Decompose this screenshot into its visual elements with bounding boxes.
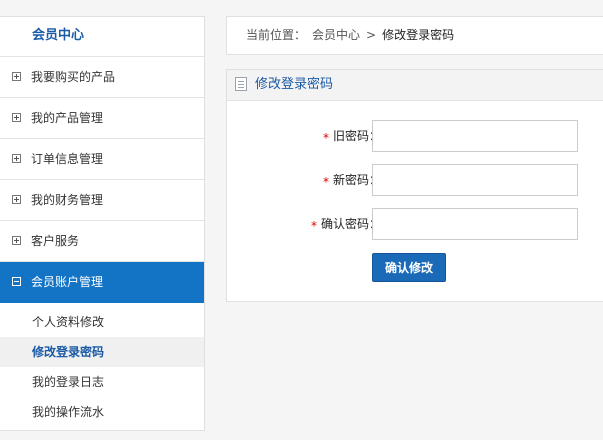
sidebar-item-purchase-products[interactable]: 我要购买的产品: [0, 57, 204, 98]
form-row-confirm-password: * 确认密码：: [227, 208, 603, 240]
sidebar-item-label: 我的产品管理: [31, 111, 104, 125]
expand-plus-icon: [12, 236, 21, 245]
expand-plus-icon: [12, 72, 21, 81]
sidebar: 会员中心 我要购买的产品 我的产品管理 订单信息管理 我的财务管理 客户服务 会…: [0, 16, 205, 431]
old-password-input[interactable]: [372, 120, 578, 152]
sidebar-item-account-management[interactable]: 会员账户管理: [0, 262, 204, 303]
breadcrumb-link-member-center[interactable]: 会员中心: [312, 28, 360, 42]
required-mark: *: [322, 175, 329, 189]
required-mark: *: [310, 219, 317, 233]
panel-title: 修改登录密码: [255, 77, 334, 92]
form-row-old-password: * 旧密码：: [227, 120, 603, 152]
sidebar-item-label: 我要购买的产品: [31, 70, 116, 84]
subnav-item-change-password[interactable]: 修改登录密码: [0, 337, 204, 367]
sidebar-item-finance-management[interactable]: 我的财务管理: [0, 180, 204, 221]
collapse-minus-icon: [12, 277, 21, 286]
expand-plus-icon: [12, 195, 21, 204]
subnav-item-operation-log[interactable]: 我的操作流水: [0, 397, 204, 427]
sidebar-item-label: 我的财务管理: [31, 193, 104, 207]
new-password-input[interactable]: [372, 164, 578, 196]
breadcrumb: 当前位置： 会员中心 > 修改登录密码: [226, 16, 603, 55]
sidebar-item-label: 会员账户管理: [31, 275, 104, 289]
sidebar-item-label: 订单信息管理: [31, 152, 104, 166]
subnav-item-profile-edit[interactable]: 个人资料修改: [0, 307, 204, 337]
confirm-password-input[interactable]: [372, 208, 578, 240]
confirm-change-button[interactable]: 确认修改: [372, 253, 446, 282]
panel-header: 修改登录密码: [227, 70, 603, 101]
sidebar-item-order-management[interactable]: 订单信息管理: [0, 139, 204, 180]
document-icon: [235, 76, 247, 91]
expand-plus-icon: [12, 154, 21, 163]
expand-plus-icon: [12, 113, 21, 122]
sidebar-item-product-management[interactable]: 我的产品管理: [0, 98, 204, 139]
change-password-panel: 修改登录密码 * 旧密码： * 新密码： * 确认密码： 确认修改: [226, 69, 603, 302]
member-center-page: 会员中心 我要购买的产品 我的产品管理 订单信息管理 我的财务管理 客户服务 会…: [0, 0, 603, 440]
breadcrumb-separator: >: [366, 28, 377, 42]
subnav-item-login-log[interactable]: 我的登录日志: [0, 367, 204, 397]
required-mark: *: [322, 131, 329, 145]
breadcrumb-current: 修改登录密码: [382, 28, 455, 42]
sidebar-subnav: 个人资料修改 修改登录密码 我的登录日志 我的操作流水: [0, 303, 204, 427]
sidebar-title: 会员中心: [0, 17, 204, 57]
sidebar-item-customer-service[interactable]: 客户服务: [0, 221, 204, 262]
confirm-password-label: * 确认密码：: [311, 208, 381, 240]
form-row-new-password: * 新密码：: [227, 164, 603, 196]
breadcrumb-prefix: 当前位置：: [246, 28, 307, 42]
sidebar-item-label: 客户服务: [31, 234, 80, 248]
